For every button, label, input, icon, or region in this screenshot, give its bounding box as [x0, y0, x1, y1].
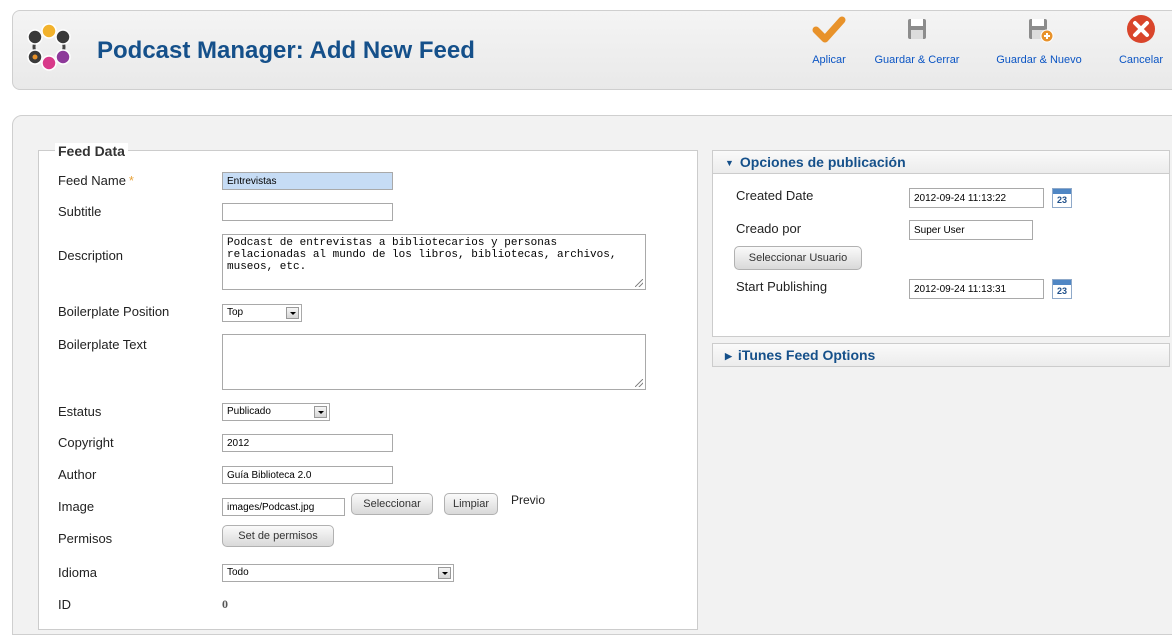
set-permissions-button[interactable]: Set de permisos	[222, 525, 334, 547]
calendar-icon[interactable]: 23	[1052, 279, 1072, 299]
chevron-down-icon	[286, 307, 299, 319]
description-textarea[interactable]: Podcast de entrevistas a bibliotecarios …	[222, 234, 646, 290]
idioma-value: Todo	[227, 567, 249, 578]
triangle-down-icon: ▼	[725, 158, 734, 168]
cancel-button[interactable]: Cancelar	[1110, 12, 1172, 66]
boilerplate-text-textarea[interactable]	[222, 334, 646, 390]
created-date-label: Created Date	[736, 188, 814, 203]
image-label: Image	[58, 499, 95, 514]
boilerplate-text-label: Boilerplate Text	[58, 337, 147, 352]
page-title: Podcast Manager: Add New Feed	[97, 37, 475, 64]
boilerplate-position-select[interactable]: Top	[222, 304, 302, 322]
boilerplate-position-value: Top	[227, 307, 244, 318]
start-publishing-input[interactable]	[909, 279, 1044, 299]
subtitle-input[interactable]	[222, 203, 393, 221]
cancel-label: Cancelar	[1118, 54, 1164, 66]
estatus-label: Estatus	[58, 404, 102, 419]
resize-grip-icon[interactable]	[635, 279, 643, 287]
clear-image-button[interactable]: Limpiar	[444, 493, 498, 515]
estatus-value: Publicado	[227, 406, 271, 417]
start-publishing-label: Start Publishing	[736, 279, 828, 294]
select-image-button[interactable]: Seleccionar	[351, 493, 433, 515]
podcast-logo-icon	[25, 23, 73, 71]
feed-data-fieldset	[38, 150, 698, 630]
chevron-down-icon	[438, 567, 451, 579]
boilerplate-position-label: Boilerplate Position	[58, 304, 170, 319]
copyright-label: Copyright	[58, 435, 114, 450]
created-date-input[interactable]	[909, 188, 1044, 208]
apply-label: Aplicar	[812, 54, 846, 66]
save-new-icon	[1022, 12, 1056, 46]
cancel-icon	[1124, 12, 1158, 46]
id-label: ID	[58, 597, 71, 612]
created-by-label: Creado por	[736, 221, 802, 236]
checkmark-icon	[812, 12, 846, 46]
feed-name-label: Feed Name *	[58, 173, 134, 188]
resize-grip-icon[interactable]	[635, 379, 643, 387]
author-label: Author	[58, 467, 97, 482]
author-input[interactable]	[222, 466, 393, 484]
select-user-button[interactable]: Seleccionar Usuario	[734, 246, 862, 270]
id-value: 0	[222, 597, 228, 611]
feed-data-legend: Feed Data	[55, 143, 128, 159]
idioma-select[interactable]: Todo	[222, 564, 454, 582]
copyright-input[interactable]	[222, 434, 393, 452]
chevron-down-icon	[314, 406, 327, 418]
save-new-label: Guardar & Nuevo	[996, 54, 1082, 66]
apply-button[interactable]: Aplicar	[807, 12, 851, 66]
itunes-feed-options-title: iTunes Feed Options	[737, 347, 876, 363]
estatus-select[interactable]: Publicado	[222, 403, 330, 421]
feed-name-input[interactable]	[222, 172, 393, 190]
save-new-button[interactable]: Guardar & Nuevo	[984, 12, 1094, 66]
description-label: Description	[58, 248, 124, 263]
calendar-icon[interactable]: 23	[1052, 188, 1072, 208]
publishing-options-title: Opciones de publicación	[739, 154, 906, 170]
required-marker: *	[128, 173, 134, 188]
preview-label[interactable]: Previo	[511, 493, 545, 507]
created-by-input[interactable]	[909, 220, 1033, 240]
save-icon	[900, 12, 934, 46]
subtitle-label: Subtitle	[58, 204, 102, 219]
save-close-button[interactable]: Guardar & Cerrar	[860, 12, 974, 66]
image-input[interactable]	[222, 498, 345, 516]
triangle-right-icon: ▶	[725, 351, 732, 361]
idioma-label: Idioma	[58, 565, 98, 580]
publishing-options-toggle[interactable]: ▼ Opciones de publicación	[712, 150, 1170, 174]
save-close-label: Guardar & Cerrar	[874, 54, 960, 66]
permisos-label: Permisos	[58, 531, 113, 546]
itunes-feed-options-toggle[interactable]: ▶ iTunes Feed Options	[712, 343, 1170, 367]
publishing-options-panel	[712, 150, 1170, 337]
